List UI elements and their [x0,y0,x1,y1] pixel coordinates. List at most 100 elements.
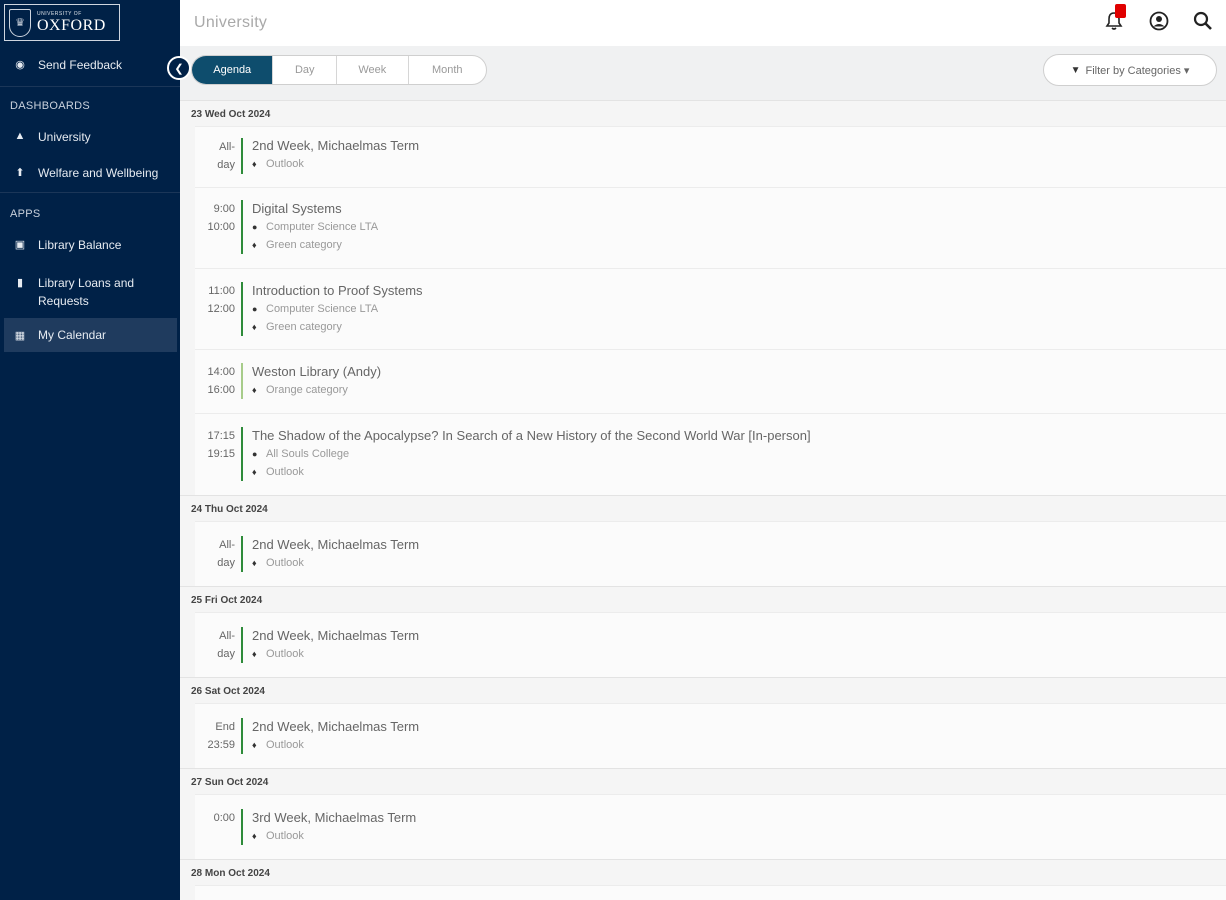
event-item[interactable]: All-day 2nd Week, Michaelmas Term ♦ Outlo… [195,521,1226,586]
account-button[interactable] [1148,11,1170,36]
chevron-left-icon: ❮ [174,62,184,75]
sidebar-item-my-calendar[interactable]: ▦ My Calendar [4,318,177,352]
event-item[interactable]: 17:15 19:15 The Shadow of the Apocalypse?… [195,413,1226,495]
crest-icon: ♛ [9,8,31,37]
category-bar [241,200,243,254]
event-start-time: All- [219,141,235,153]
event-category: Outlook [266,557,304,569]
sidebar-item-label: Library Balance [38,238,122,252]
view-switcher: Agenda Day Week Month [191,55,487,85]
oxford-logo[interactable]: ♛ UNIVERSITY OF OXFORD [4,4,120,41]
user-circle-icon [1149,11,1169,36]
filter-label: Filter by Categories ▾ [1085,64,1190,77]
event-start-time: 9:00 [213,203,235,215]
event-end-time: 19:15 [207,448,235,460]
search-button[interactable] [1192,11,1214,36]
event-title: 2nd Week, Michaelmas Term [252,719,420,734]
sidebar-item-label: Welfare and Wellbeing [38,166,159,180]
event-category: Outlook [266,466,304,478]
event-start-time: 11:00 [208,285,235,297]
send-feedback-link[interactable]: ◉ Send Feedback [0,58,178,72]
notifications-button[interactable] [1103,4,1126,34]
logo-big-text: OXFORD [37,16,106,34]
tag-icon: ♦ [252,322,257,332]
sidebar: ♛ UNIVERSITY OF OXFORD ◉ Send Feedback D… [0,0,180,900]
event-start-time: End [215,721,235,733]
view-week-button[interactable]: Week [337,56,409,84]
event-item[interactable] [195,885,1226,900]
event-category: Green category [266,239,342,251]
notification-badge [1115,4,1126,18]
sidebar-item-library-balance[interactable]: ▣ Library Balance [0,238,178,252]
event-item[interactable]: End 23:59 2nd Week, Michaelmas Term ♦ Outl… [195,703,1226,768]
category-bar [241,718,243,754]
tag-icon: ♦ [252,831,257,841]
sidebar-item-label: University [38,130,91,144]
category-bar [241,282,243,336]
tag-icon: ♦ [252,159,257,169]
tag-icon: ♦ [252,467,257,477]
speech-bubble-icon: ◉ [15,59,25,71]
event-item[interactable]: All-day 2nd Week, Michaelmas Term ♦ Outlo… [195,126,1226,187]
event-location: Computer Science LTA [266,303,379,315]
view-month-button[interactable]: Month [409,56,486,84]
event-end-time: day [217,557,235,569]
event-location: Computer Science LTA [266,221,379,233]
tag-icon: ♦ [252,240,257,250]
event-title: Weston Library (Andy) [252,364,382,379]
tag-icon: ♦ [252,385,257,395]
logo-small-text: UNIVERSITY OF [37,10,82,17]
sidebar-item-library-loans[interactable]: ▮ Library Loans and Requests [0,274,178,310]
page-title: University [194,14,268,31]
sidebar-item-welfare[interactable]: ⬆ Welfare and Wellbeing [0,166,178,180]
map-pin-icon: ● [252,222,258,232]
event-item[interactable]: 0:00 3rd Week, Michaelmas Term ♦ Outlook [195,794,1226,859]
category-bar [241,809,243,845]
event-title: Digital Systems [252,201,342,216]
event-end-time: 16:00 [207,384,235,396]
category-bar [241,427,243,481]
category-bar [241,138,243,174]
calendar-icon: ▦ [14,329,26,342]
event-title: The Shadow of the Apocalypse? In Search … [252,428,811,443]
search-icon [1193,11,1213,36]
view-agenda-button[interactable]: Agenda [192,56,274,84]
top-bar: University [180,0,1226,46]
day-header: 27 Sun Oct 2024 [180,768,1226,794]
event-category: Outlook [266,830,304,842]
event-start-time: 17:15 [207,430,235,442]
collapse-sidebar-button[interactable]: ❮ [167,56,191,80]
event-start-time: 14:00 [207,366,235,378]
event-item[interactable]: 14:00 16:00 Weston Library (Andy) ♦ Orange… [195,349,1226,413]
sidebar-item-university[interactable]: ▲ University [0,130,178,144]
arrow-up-icon: ⬆ [15,167,25,179]
event-item[interactable]: 11:00 12:00 Introduction to Proof Systems… [195,268,1226,349]
map-pin-icon: ● [252,449,258,459]
event-start-time: All- [219,630,235,642]
money-icon: ▣ [14,239,26,251]
event-title: 2nd Week, Michaelmas Term [252,138,420,153]
map-pin-icon: ● [252,304,258,314]
event-item[interactable]: 9:00 10:00 Digital Systems ● Computer Scie… [195,187,1226,268]
send-feedback-label: Send Feedback [38,58,123,72]
tag-icon: ♦ [252,740,257,750]
tag-icon: ♦ [252,558,257,568]
category-bar [241,627,243,663]
day-header: 23 Wed Oct 2024 [180,100,1226,126]
day-header: 26 Sat Oct 2024 [180,677,1226,703]
view-day-button[interactable]: Day [273,56,338,84]
event-title: 3rd Week, Michaelmas Term [252,810,417,825]
event-title: 2nd Week, Michaelmas Term [252,537,420,552]
day-header: 24 Thu Oct 2024 [180,495,1226,521]
event-category: Outlook [266,648,304,660]
category-bar [241,536,243,572]
event-category: Outlook [266,158,304,170]
event-item[interactable]: All-day 2nd Week, Michaelmas Term ♦ Outlo… [195,612,1226,677]
event-end-time: day [217,159,235,171]
event-location: All Souls College [266,448,350,460]
book-icon: ▮ [16,277,24,289]
tag-icon: ♦ [252,649,257,659]
filter-by-categories-button[interactable]: ▼ Filter by Categories ▾ [1043,54,1217,86]
category-bar [241,363,243,399]
apps-heading: APPS [10,208,41,220]
